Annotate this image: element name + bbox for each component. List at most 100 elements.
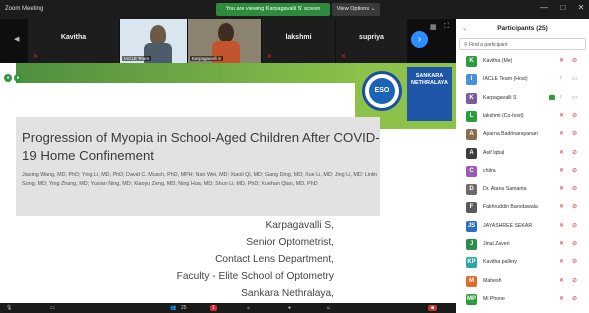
participant-row[interactable]: A Asif Iqbal ✕ ⊘	[456, 145, 589, 161]
participant-name: JAYASHREE SEKAR	[483, 222, 533, 229]
avatar: M	[466, 275, 477, 287]
participant-name: chitra	[483, 167, 496, 174]
participant-row[interactable]: J Jinal Zaveri ✕ ⊘	[456, 236, 589, 252]
participant-name: Kavitha pallery	[483, 259, 518, 266]
participant-row[interactable]: KP Kavitha pallery ✕ ⊘	[456, 254, 589, 270]
mic-icon[interactable]: ♪	[559, 94, 562, 100]
reactions-icon[interactable]: ☺	[326, 305, 331, 311]
video-tile-kavitha[interactable]: Kavitha ✕	[28, 19, 120, 63]
participant-row[interactable]: D Dr. Atanu Samanta ✕ ⊘	[456, 181, 589, 197]
muted-mic-icon[interactable]: ✕	[559, 167, 564, 174]
participant-row[interactable]: A Aparna Badrinarayanan ✕ ⊘	[456, 126, 589, 142]
video-tile-lakshmi[interactable]: lakshmi ✕	[262, 19, 336, 63]
participant-row[interactable]: MP Mi Phone ✕ ⊘	[456, 291, 589, 307]
avatar: J	[466, 239, 477, 250]
camera-off-icon[interactable]: ⊘	[572, 203, 577, 210]
camera-off-icon[interactable]: ⊘	[572, 112, 577, 119]
participant-name: Dr. Atanu Samanta	[483, 186, 527, 193]
slide-title: Progression of Myopia in School-Aged Chi…	[22, 130, 380, 163]
participant-row[interactable]: JS JAYASHREE SEKAR ✕ ⊘	[456, 218, 589, 234]
participants-icon[interactable]: 👥	[170, 305, 176, 311]
camera-off-icon[interactable]: ⊘	[572, 130, 577, 137]
camera-off-icon[interactable]: ⊘	[572, 185, 577, 192]
participant-name: Karpagavalli S	[483, 94, 517, 101]
share-screen-icon[interactable]: ▲	[246, 305, 251, 311]
video-tile-iacle-team[interactable]: IACLE Team	[120, 19, 188, 63]
record-icon[interactable]: ●	[288, 305, 291, 311]
muted-mic-icon: ✕	[33, 54, 39, 60]
participant-row[interactable]: K Kavitha (Me) ✕ ⊘	[456, 53, 589, 69]
screen-share-icon	[549, 94, 555, 100]
muted-mic-icon[interactable]: ✕	[559, 130, 564, 137]
muted-mic-icon[interactable]: ✕	[559, 295, 564, 302]
participant-row[interactable]: F Fakhruddin Barodawala ✕ ⊘	[456, 199, 589, 215]
camera-off-icon[interactable]: ⊘	[572, 240, 577, 247]
grid-view-icon[interactable]: ▦	[430, 23, 437, 31]
back-arrow-icon[interactable]: ◀	[14, 35, 19, 43]
muted-mic-icon[interactable]: ✕	[559, 149, 564, 156]
muted-mic-icon[interactable]: ✕	[559, 222, 564, 229]
eso-logo: ESO	[362, 71, 402, 111]
participants-panel: ⌄ Participants (25) ⚲ Find a participant…	[456, 19, 589, 313]
avatar: A	[466, 147, 477, 159]
minimize-button[interactable]: —	[538, 3, 550, 12]
muted-mic-icon: ✕	[341, 54, 347, 60]
video-tile-supriya[interactable]: supriya ✕	[336, 19, 408, 63]
tile-name: supriya	[359, 34, 384, 41]
mute-icon[interactable]: 🎙	[6, 305, 12, 311]
muted-mic-icon[interactable]: ✕	[559, 203, 564, 210]
fullscreen-icon[interactable]: ⛶	[444, 23, 449, 31]
video-tile-karpagavalli[interactable]: Karpagavalli S	[188, 19, 262, 63]
tile-name: lakshmi	[285, 34, 312, 41]
participant-name: Fakhruddin Barodawala	[483, 204, 538, 211]
eso-logo-text: ESO	[369, 78, 395, 104]
muted-mic-icon[interactable]: ✕	[559, 277, 564, 284]
participant-row[interactable]: Cchitra ✕ ⊘	[456, 163, 589, 179]
participant-name: Aparna Badrinarayanan	[483, 131, 538, 138]
participant-name: Mahesh	[483, 277, 502, 284]
camera-off-icon[interactable]: ⊘	[572, 222, 577, 229]
screen-share-banner: You are viewing Karpagavalli S' screen	[216, 3, 330, 16]
participant-name: Kavitha (Me)	[483, 58, 513, 64]
avatar: MP	[466, 293, 477, 305]
avatar: A	[466, 129, 477, 141]
chat-badge[interactable]: 1	[210, 305, 217, 311]
participant-name: lakshmi (Co-host)	[483, 112, 524, 119]
camera-icon[interactable]: ▭	[572, 94, 578, 101]
tile-name: IACLE Team	[122, 56, 152, 61]
video-icon[interactable]: ▭	[50, 305, 55, 311]
camera-off-icon[interactable]: ⊘	[572, 57, 577, 64]
leave-button[interactable]: ■	[428, 305, 438, 311]
participant-name: Asif Iqbal	[483, 149, 505, 156]
participant-video-strip: ◀ Kavitha ✕ IACLE Team Karpagavalli S la…	[0, 19, 456, 63]
muted-mic-icon[interactable]: ✕	[559, 57, 564, 64]
share-dot-icon: ●	[4, 74, 12, 82]
avatar: F	[466, 202, 477, 214]
avatar: KP	[466, 257, 477, 269]
share-indicators: ● ●	[4, 66, 24, 84]
avatar: C	[466, 165, 477, 177]
participant-row[interactable]: I IACLE Team (Host) ♪ ▭	[456, 71, 589, 87]
title-bar: Zoom Meeting You are viewing Karpagavall…	[0, 0, 589, 19]
participant-row[interactable]: M Mahesh ✕ ⊘	[456, 273, 589, 289]
mic-icon[interactable]: ♪	[559, 75, 562, 81]
share-dot-icon: ●	[14, 74, 22, 82]
participant-row[interactable]: K Karpagavalli S ♪ ▭	[456, 90, 589, 106]
participant-search-input[interactable]: ⚲ Find a participant	[459, 38, 586, 50]
chevron-right-icon[interactable]: ›	[411, 31, 428, 48]
muted-mic-icon[interactable]: ✕	[559, 112, 564, 119]
camera-off-icon[interactable]: ⊘	[572, 167, 577, 174]
camera-off-icon[interactable]: ⊘	[572, 295, 577, 302]
muted-mic-icon[interactable]: ✕	[559, 185, 564, 192]
close-button[interactable]: ✕	[575, 3, 587, 12]
maximize-button[interactable]: □	[557, 3, 569, 12]
view-options-button[interactable]: View Options ⌄	[332, 3, 380, 16]
camera-off-icon[interactable]: ⊘	[572, 277, 577, 284]
muted-mic-icon[interactable]: ✕	[559, 240, 564, 247]
participant-row[interactable]: Llakshmi (Co-host) ✕ ⊘	[456, 108, 589, 124]
camera-off-icon[interactable]: ⊘	[572, 149, 577, 156]
camera-off-icon[interactable]: ⊘	[572, 258, 577, 265]
shared-screen: ● ● ESO SANKARA NETHRALAYA Progression of…	[0, 63, 456, 303]
camera-icon[interactable]: ▭	[572, 75, 578, 82]
muted-mic-icon[interactable]: ✕	[559, 258, 564, 265]
